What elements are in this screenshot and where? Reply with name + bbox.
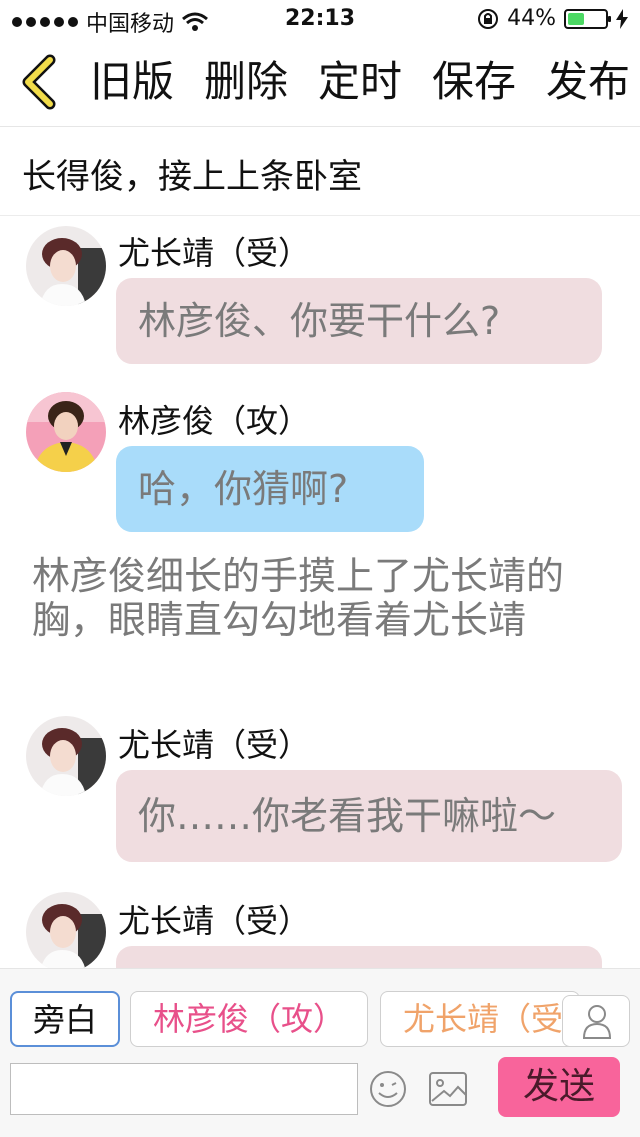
charging-icon	[616, 8, 628, 29]
delete-button[interactable]: 删除	[204, 54, 288, 110]
send-button[interactable]: 发送	[498, 1057, 620, 1117]
role-lin-button[interactable]: 林彦俊（攻）	[130, 991, 368, 1047]
message-bubble[interactable]: 你……你老看我干嘛啦～	[116, 770, 622, 862]
bottom-bar: 旁白 林彦俊（攻） 尤长靖（受） 发送	[0, 968, 640, 1137]
sender-name: 林彦俊（攻）	[118, 402, 311, 440]
status-right: 44%	[477, 6, 628, 31]
battery-percent: 44%	[507, 6, 556, 31]
nav-actions: 旧版 删除 定时 保存 发布	[90, 54, 630, 110]
role-narrator-button[interactable]: 旁白	[10, 991, 120, 1047]
lock-rotation-icon	[478, 8, 499, 29]
message-bubble[interactable]: 哈，你猜啊?	[116, 446, 424, 532]
battery-icon	[564, 8, 611, 29]
message-bubble[interactable]: 林彦俊、你要干什么?	[116, 278, 602, 364]
avatar[interactable]	[26, 892, 106, 968]
message-input[interactable]	[10, 1063, 358, 1115]
sender-name: 尤长靖（受）	[118, 234, 311, 272]
page-title: 长得俊，接上上条卧室	[22, 157, 362, 197]
schedule-button[interactable]: 定时	[318, 54, 402, 110]
image-icon[interactable]	[428, 1071, 468, 1107]
add-role-button[interactable]	[562, 995, 630, 1047]
sender-name: 尤长靖（受）	[118, 726, 311, 764]
avatar[interactable]	[26, 392, 106, 472]
message-bubble[interactable]	[116, 946, 602, 968]
role-you-button[interactable]: 尤长靖（受）	[380, 991, 580, 1047]
status-bar: 中国移动 22:13 44%	[0, 0, 640, 40]
chat-list[interactable]: 尤长靖（受） 林彦俊、你要干什么? 林彦俊（攻） 哈，你猜啊? 林彦俊细长的手摸…	[0, 216, 640, 968]
old-version-button[interactable]: 旧版	[90, 54, 174, 110]
back-arrow-icon[interactable]	[14, 54, 68, 110]
avatar[interactable]	[26, 226, 106, 306]
sender-name: 尤长靖（受）	[118, 902, 311, 940]
person-icon	[582, 1005, 612, 1039]
nav-bar: 旧版 删除 定时 保存 发布	[0, 40, 640, 127]
avatar[interactable]	[26, 716, 106, 796]
publish-button[interactable]: 发布	[546, 54, 630, 110]
save-button[interactable]: 保存	[432, 54, 516, 110]
title-row[interactable]: 长得俊，接上上条卧室	[0, 127, 640, 216]
narration-text[interactable]: 林彦俊细长的手摸上了尤长靖的胸，眼睛直勾勾地看着尤长靖	[32, 554, 622, 642]
emoji-icon[interactable]	[368, 1069, 408, 1109]
